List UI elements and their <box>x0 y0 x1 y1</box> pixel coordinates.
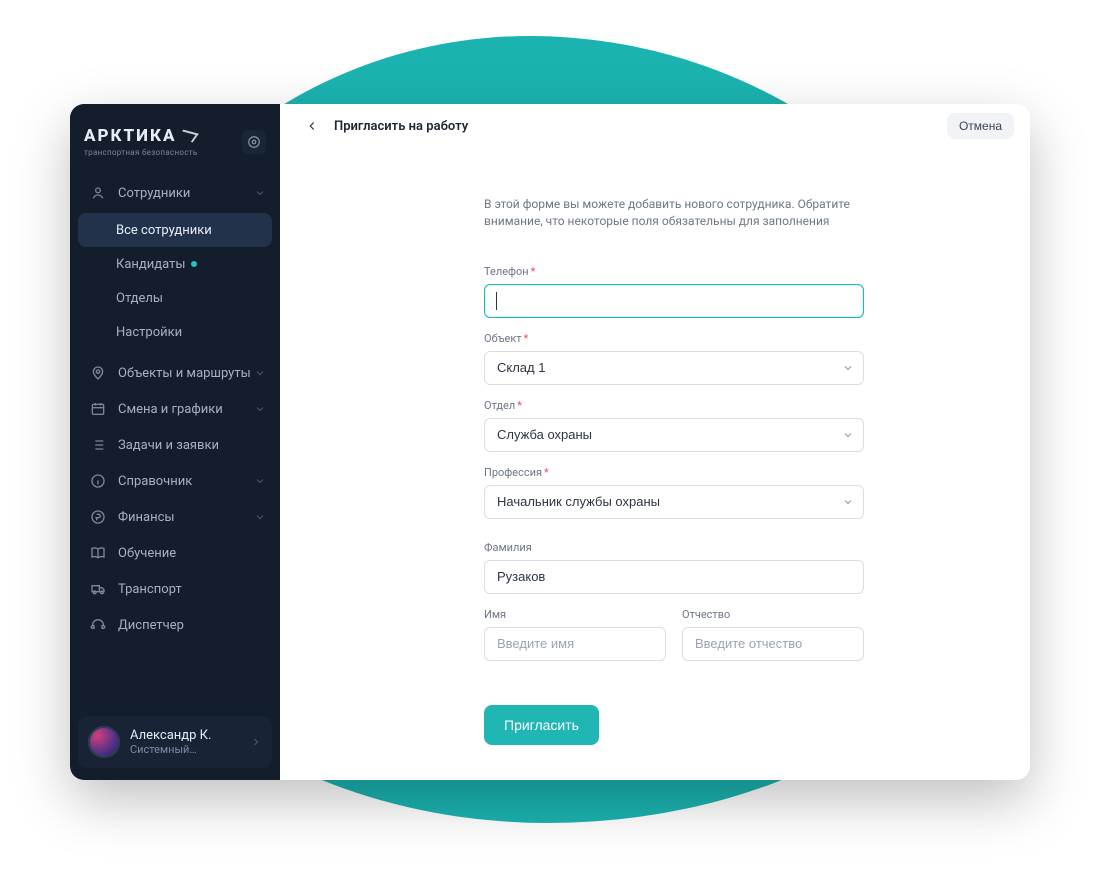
text-caret <box>496 292 497 310</box>
finance-icon <box>90 509 106 525</box>
sidebar: АРКТИКА транспортная безопасность Сотруд… <box>70 104 280 780</box>
label-firstname: Имя <box>484 608 666 621</box>
field-department: Отдел* <box>484 399 864 452</box>
notification-dot-icon <box>191 261 197 267</box>
field-patronymic: Отчество <box>682 608 864 661</box>
sidebar-subitem-departments[interactable]: Отделы <box>78 281 272 315</box>
sidebar-collapse-button[interactable] <box>242 130 266 154</box>
user-card[interactable]: Александр К. Системный… <box>78 716 272 768</box>
sidebar-item-tasks[interactable]: Задачи и заявки <box>70 427 280 463</box>
info-icon <box>90 473 106 489</box>
map-pin-icon <box>90 365 106 381</box>
lastname-input[interactable] <box>484 560 864 594</box>
sidebar-subitem-label: Отделы <box>116 291 163 306</box>
truck-icon <box>90 581 106 597</box>
cancel-button[interactable]: Отмена <box>947 113 1014 139</box>
sidebar-item-label: Справочник <box>118 474 192 489</box>
book-icon <box>90 545 106 561</box>
app-window: АРКТИКА транспортная безопасность Сотруд… <box>70 104 1030 780</box>
sidebar-item-shifts[interactable]: Смена и графики <box>70 391 280 427</box>
chevron-down-icon <box>254 511 266 523</box>
topbar: Пригласить на работу Отмена <box>280 104 1030 140</box>
collapse-icon <box>247 135 261 149</box>
label-lastname: Фамилия <box>484 541 864 554</box>
avatar <box>88 726 120 758</box>
brand-tagline: транспортная безопасность <box>84 148 198 157</box>
sidebar-subitem-label: Все сотрудники <box>116 223 212 238</box>
sidebar-item-directory[interactable]: Справочник <box>70 463 280 499</box>
sidebar-subitem-label: Кандидаты <box>116 257 185 272</box>
phone-input[interactable] <box>484 284 864 318</box>
field-firstname: Имя <box>484 608 666 661</box>
label-profession: Профессия* <box>484 466 864 479</box>
sidebar-item-training[interactable]: Обучение <box>70 535 280 571</box>
sidebar-header: АРКТИКА транспортная безопасность <box>70 118 280 175</box>
sidebar-item-transport[interactable]: Транспорт <box>70 571 280 607</box>
label-phone: Телефон* <box>484 265 864 278</box>
user-role: Системный… <box>130 743 211 756</box>
sidebar-item-label: Объекты и маршруты <box>118 366 251 381</box>
page-title: Пригласить на работу <box>334 119 468 134</box>
sidebar-item-dispatcher[interactable]: Диспетчер <box>70 607 280 643</box>
required-marker: * <box>524 332 529 345</box>
user-icon <box>90 185 106 201</box>
chevron-down-icon <box>254 367 266 379</box>
brand-name: АРКТИКА <box>84 126 176 146</box>
sidebar-item-label: Смена и графики <box>118 402 223 417</box>
submit-button[interactable]: Пригласить <box>484 705 599 745</box>
main-content: Пригласить на работу Отмена В этой форме… <box>280 104 1030 780</box>
object-select[interactable] <box>484 351 864 385</box>
department-select[interactable] <box>484 418 864 452</box>
field-phone: Телефон* <box>484 265 864 318</box>
sidebar-subitem-settings[interactable]: Настройки <box>78 315 272 349</box>
headset-icon <box>90 617 106 633</box>
sidebar-subitem-candidates[interactable]: Кандидаты <box>78 247 272 281</box>
required-marker: * <box>531 265 536 278</box>
profession-select[interactable] <box>484 485 864 519</box>
list-icon <box>90 437 106 453</box>
sidebar-subitem-all-employees[interactable]: Все сотрудники <box>78 213 272 247</box>
sidebar-item-label: Финансы <box>118 510 175 525</box>
sidebar-subitem-label: Настройки <box>116 325 182 340</box>
sidebar-item-finance[interactable]: Финансы <box>70 499 280 535</box>
sidebar-item-label: Обучение <box>118 546 176 561</box>
field-object: Объект* <box>484 332 864 385</box>
arrow-left-icon <box>305 119 319 133</box>
field-profession: Профессия* <box>484 466 864 519</box>
sidebar-item-label: Сотрудники <box>118 186 190 201</box>
sidebar-item-employees[interactable]: Сотрудники <box>70 175 280 211</box>
label-department: Отдел* <box>484 399 864 412</box>
calendar-icon <box>90 401 106 417</box>
chevron-down-icon <box>254 403 266 415</box>
invite-form: В этой форме вы можете добавить нового с… <box>484 196 864 745</box>
required-marker: * <box>517 399 522 412</box>
required-marker: * <box>544 466 549 479</box>
field-lastname: Фамилия <box>484 541 864 594</box>
logo: АРКТИКА транспортная безопасность <box>84 126 198 157</box>
plane-icon <box>178 130 200 143</box>
form-hint: В этой форме вы можете добавить нового с… <box>484 196 864 231</box>
label-patronymic: Отчество <box>682 608 864 621</box>
firstname-input[interactable] <box>484 627 666 661</box>
sidebar-item-label: Транспорт <box>118 582 182 597</box>
logo-wordmark: АРКТИКА <box>84 126 198 146</box>
label-object: Объект* <box>484 332 864 345</box>
chevron-down-icon <box>254 187 266 199</box>
employees-submenu: Все сотрудники Кандидаты Отделы Настройк… <box>70 211 280 355</box>
sidebar-item-label: Задачи и заявки <box>118 438 219 453</box>
chevron-right-icon <box>250 736 262 748</box>
back-button[interactable] <box>304 118 320 134</box>
sidebar-item-label: Диспетчер <box>118 618 184 633</box>
patronymic-input[interactable] <box>682 627 864 661</box>
user-name: Александр К. <box>130 728 211 743</box>
sidebar-item-objects-routes[interactable]: Объекты и маршруты <box>70 355 280 391</box>
chevron-down-icon <box>254 475 266 487</box>
